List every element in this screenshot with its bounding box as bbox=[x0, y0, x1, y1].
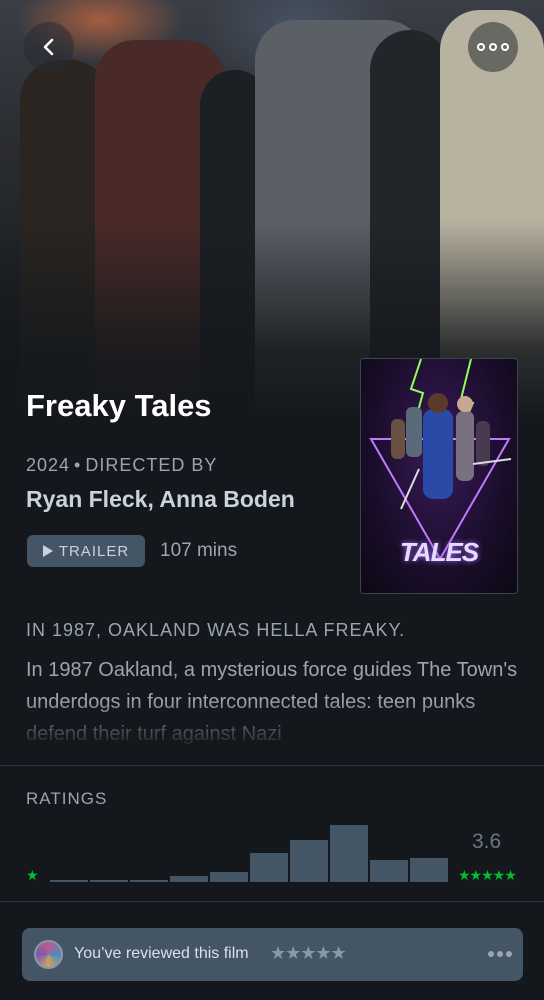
histogram-bar[interactable] bbox=[370, 860, 408, 882]
film-title: Freaky Tales bbox=[26, 388, 212, 423]
film-poster[interactable]: TALES bbox=[360, 358, 518, 594]
film-meta: 2024 • DIRECTED BY bbox=[26, 455, 218, 475]
histogram-bar[interactable] bbox=[250, 853, 288, 882]
poster-title-art: TALES bbox=[399, 537, 479, 567]
chevron-left-icon bbox=[43, 38, 54, 56]
ratings-label: RATINGS bbox=[26, 789, 108, 808]
histogram-bar[interactable] bbox=[170, 876, 208, 882]
your-review-bar[interactable]: You’ve reviewed this film ★★★★★ bbox=[22, 928, 523, 981]
trailer-button[interactable]: TRAILER bbox=[27, 535, 145, 567]
histogram-bar[interactable] bbox=[130, 879, 168, 882]
more-horizontal-icon bbox=[477, 43, 509, 51]
directed-by-label: DIRECTED BY bbox=[85, 455, 218, 475]
more-options-button[interactable] bbox=[468, 22, 518, 72]
average-rating: 3.6 bbox=[472, 830, 502, 853]
histogram-bar[interactable] bbox=[210, 872, 248, 882]
divider bbox=[0, 901, 544, 902]
histogram-bar[interactable] bbox=[330, 824, 368, 882]
release-year[interactable]: 2024 bbox=[26, 455, 70, 475]
more-horizontal-icon[interactable] bbox=[488, 951, 512, 957]
review-stars-icon: ★★★★★ bbox=[270, 943, 347, 963]
divider bbox=[0, 765, 544, 766]
max-rating-stars-icon: ★★★★★ bbox=[458, 867, 517, 883]
back-button[interactable] bbox=[24, 22, 74, 72]
directors-link[interactable]: Ryan Fleck, Anna Boden bbox=[26, 486, 295, 513]
ratings-histogram[interactable] bbox=[50, 820, 448, 882]
histogram-bar[interactable] bbox=[410, 858, 448, 882]
histogram-bar[interactable] bbox=[290, 840, 328, 882]
play-icon bbox=[42, 545, 53, 557]
backdrop-image bbox=[0, 0, 544, 420]
histogram-bar[interactable] bbox=[90, 880, 128, 882]
tagline: IN 1987, OAKLAND WAS HELLA FREAKY. bbox=[26, 620, 406, 640]
avatar bbox=[34, 940, 63, 969]
runtime: 107 mins bbox=[160, 540, 238, 561]
review-status: You’ve reviewed this film bbox=[74, 945, 249, 962]
histogram-bar[interactable] bbox=[50, 880, 88, 882]
min-rating-star-icon: ★ bbox=[26, 867, 39, 883]
trailer-label: TRAILER bbox=[58, 542, 130, 560]
